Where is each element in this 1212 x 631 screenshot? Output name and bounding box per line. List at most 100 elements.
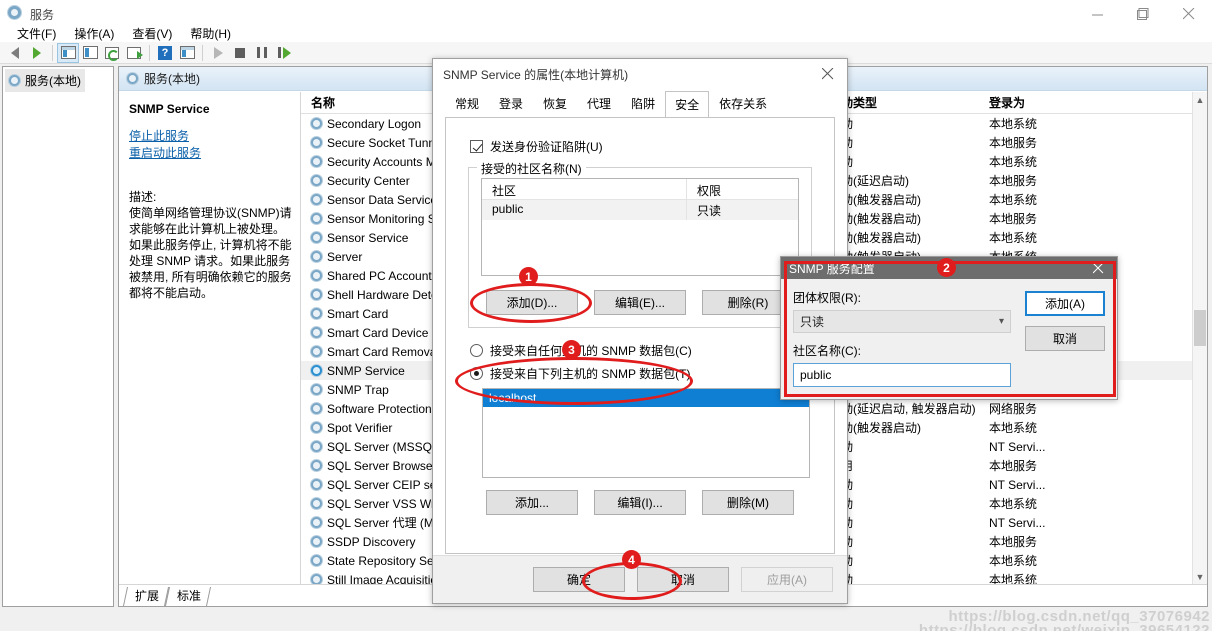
properties-icon[interactable]: [79, 43, 101, 63]
community-add-button[interactable]: 添加(D)...: [486, 290, 578, 315]
send-auth-trap-checkbox[interactable]: [470, 140, 483, 153]
apply-button[interactable]: 应用(A): [741, 567, 833, 592]
cell-logon-as: NT Servi...: [989, 516, 1079, 530]
help-icon[interactable]: ?: [154, 43, 176, 63]
accept-any-host-label: 接受来自任何主机的 SNMP 数据包(C): [490, 342, 692, 359]
menu-action[interactable]: 操作(A): [65, 24, 123, 43]
community-col-name[interactable]: 社区: [482, 179, 687, 199]
community-name-input[interactable]: public: [793, 363, 1011, 387]
service-gear-icon: [311, 308, 322, 319]
service-gear-icon: [311, 175, 322, 186]
grid-vertical-scrollbar[interactable]: ▲ ▼: [1192, 92, 1207, 584]
snmp-cancel-button[interactable]: 取消: [1025, 326, 1105, 351]
show-action-pane-icon[interactable]: [176, 43, 198, 63]
annotation-badge-3: 3: [562, 340, 581, 359]
service-name-label: SQL Server VSS Write: [327, 497, 448, 511]
tab-agent[interactable]: 代理: [577, 90, 621, 117]
service-gear-icon: [311, 574, 322, 584]
stop-service-icon[interactable]: [229, 43, 251, 63]
send-auth-trap-row[interactable]: 发送身份验证陷阱(U): [470, 138, 820, 155]
menu-view[interactable]: 查看(V): [123, 24, 181, 43]
cancel-button[interactable]: 取消: [637, 567, 729, 592]
service-gear-icon: [311, 327, 322, 338]
service-gear-icon: [311, 156, 322, 167]
snmp-add-button[interactable]: 添加(A): [1025, 291, 1105, 316]
community-listview[interactable]: 社区 权限 public 只读: [481, 178, 799, 276]
cell-startup-type: 手动: [829, 571, 989, 584]
service-gear-icon: [311, 270, 322, 281]
accept-listed-hosts-radio[interactable]: [470, 367, 483, 380]
tab-logon[interactable]: 登录: [489, 90, 533, 117]
column-header-logon[interactable]: 登录为: [989, 94, 1079, 111]
column-header-startup[interactable]: 启动类型: [829, 94, 989, 111]
service-name-label: Security Accounts Ma: [327, 155, 442, 169]
tree-node-services-local[interactable]: 服务(本地): [5, 69, 85, 92]
host-listbox[interactable]: localhost: [482, 388, 810, 478]
refresh-icon[interactable]: [101, 43, 123, 63]
cell-startup-type: 自动: [829, 153, 989, 170]
back-arrow-icon[interactable]: [4, 43, 26, 63]
host-remove-button[interactable]: 删除(M): [702, 490, 794, 515]
ok-button[interactable]: 确定: [533, 567, 625, 592]
annotation-badge-2: 2: [937, 258, 956, 277]
snmp-config-body: 团体权限(R): 只读 ▾ 社区名称(C): public 添加(A) 取消: [781, 279, 1117, 397]
start-service-icon[interactable]: [207, 43, 229, 63]
restart-service-icon[interactable]: [273, 43, 295, 63]
community-row-rights: 只读: [687, 200, 777, 220]
community-name-value: public: [800, 368, 831, 382]
snmp-config-fields: 团体权限(R): 只读 ▾ 社区名称(C): public: [793, 289, 1011, 387]
forward-arrow-icon[interactable]: [26, 43, 48, 63]
export-list-icon[interactable]: [123, 43, 145, 63]
community-col-rights[interactable]: 权限: [687, 179, 777, 199]
tab-dependencies[interactable]: 依存关系: [709, 90, 777, 117]
community-edit-button[interactable]: 编辑(E)...: [594, 290, 686, 315]
close-icon[interactable]: [1083, 257, 1113, 279]
send-auth-trap-label: 发送身份验证陷阱(U): [490, 138, 603, 155]
app-gear-icon: [8, 6, 24, 22]
community-rights-select[interactable]: 只读 ▾: [793, 310, 1011, 333]
cell-startup-type: 手动(触发器启动): [829, 191, 989, 208]
host-add-button[interactable]: 添加...: [486, 490, 578, 515]
community-row[interactable]: public 只读: [482, 200, 798, 220]
scrollbar-thumb[interactable]: [1194, 310, 1206, 346]
stop-service-link[interactable]: 停止此服务: [129, 128, 292, 145]
cell-logon-as: 本地系统: [989, 495, 1079, 512]
service-gear-icon: [311, 137, 322, 148]
tab-extended[interactable]: 扩展: [125, 585, 167, 606]
service-name-label: Server: [327, 250, 362, 264]
tab-security[interactable]: 安全: [665, 91, 709, 118]
cell-startup-type: 手动: [829, 438, 989, 455]
accept-any-host-row[interactable]: 接受来自任何主机的 SNMP 数据包(C): [470, 342, 820, 359]
close-icon[interactable]: [809, 59, 847, 89]
host-list-item[interactable]: localhost: [483, 389, 809, 407]
scroll-up-icon[interactable]: ▲: [1193, 92, 1207, 107]
tab-general[interactable]: 常规: [445, 90, 489, 117]
cell-startup-type: 手动: [829, 514, 989, 531]
pause-service-icon[interactable]: [251, 43, 273, 63]
tab-recovery[interactable]: 恢复: [533, 90, 577, 117]
cell-logon-as: 网络服务: [989, 400, 1079, 417]
host-edit-button[interactable]: 编辑(I)...: [594, 490, 686, 515]
show-tree-icon[interactable]: [57, 43, 79, 63]
tab-traps[interactable]: 陷阱: [621, 90, 665, 117]
host-buttons: 添加... 编辑(I)... 删除(M): [460, 490, 820, 515]
cell-startup-type: 手动: [829, 476, 989, 493]
service-gear-icon: [311, 441, 322, 452]
menu-help[interactable]: 帮助(H): [181, 24, 240, 43]
service-name-label: Still Image Acquisition: [327, 573, 444, 585]
watermark-2: https://blog.csdn.net/weixin_39654122: [919, 622, 1210, 631]
service-gear-icon: [311, 384, 322, 395]
snmp-config-title: SNMP 服务配置: [789, 260, 875, 277]
service-name-label: Sensor Data Service: [327, 193, 437, 207]
service-name-label: Shell Hardware Detec: [327, 288, 444, 302]
service-name-label: SNMP Trap: [327, 383, 389, 397]
accept-any-host-radio[interactable]: [470, 344, 483, 357]
menu-file[interactable]: 文件(F): [8, 24, 65, 43]
service-gear-icon: [311, 517, 322, 528]
restart-service-link[interactable]: 重启动此服务: [129, 145, 292, 162]
scroll-down-icon[interactable]: ▼: [1193, 569, 1207, 584]
security-tab-panel: 发送身份验证陷阱(U) 接受的社区名称(N) 社区 权限 public 只读 添…: [445, 117, 835, 554]
tab-standard[interactable]: 标准: [167, 585, 209, 606]
accept-listed-hosts-row[interactable]: 接受来自下列主机的 SNMP 数据包(T): [470, 365, 820, 382]
toolbar-separator: [52, 45, 53, 61]
